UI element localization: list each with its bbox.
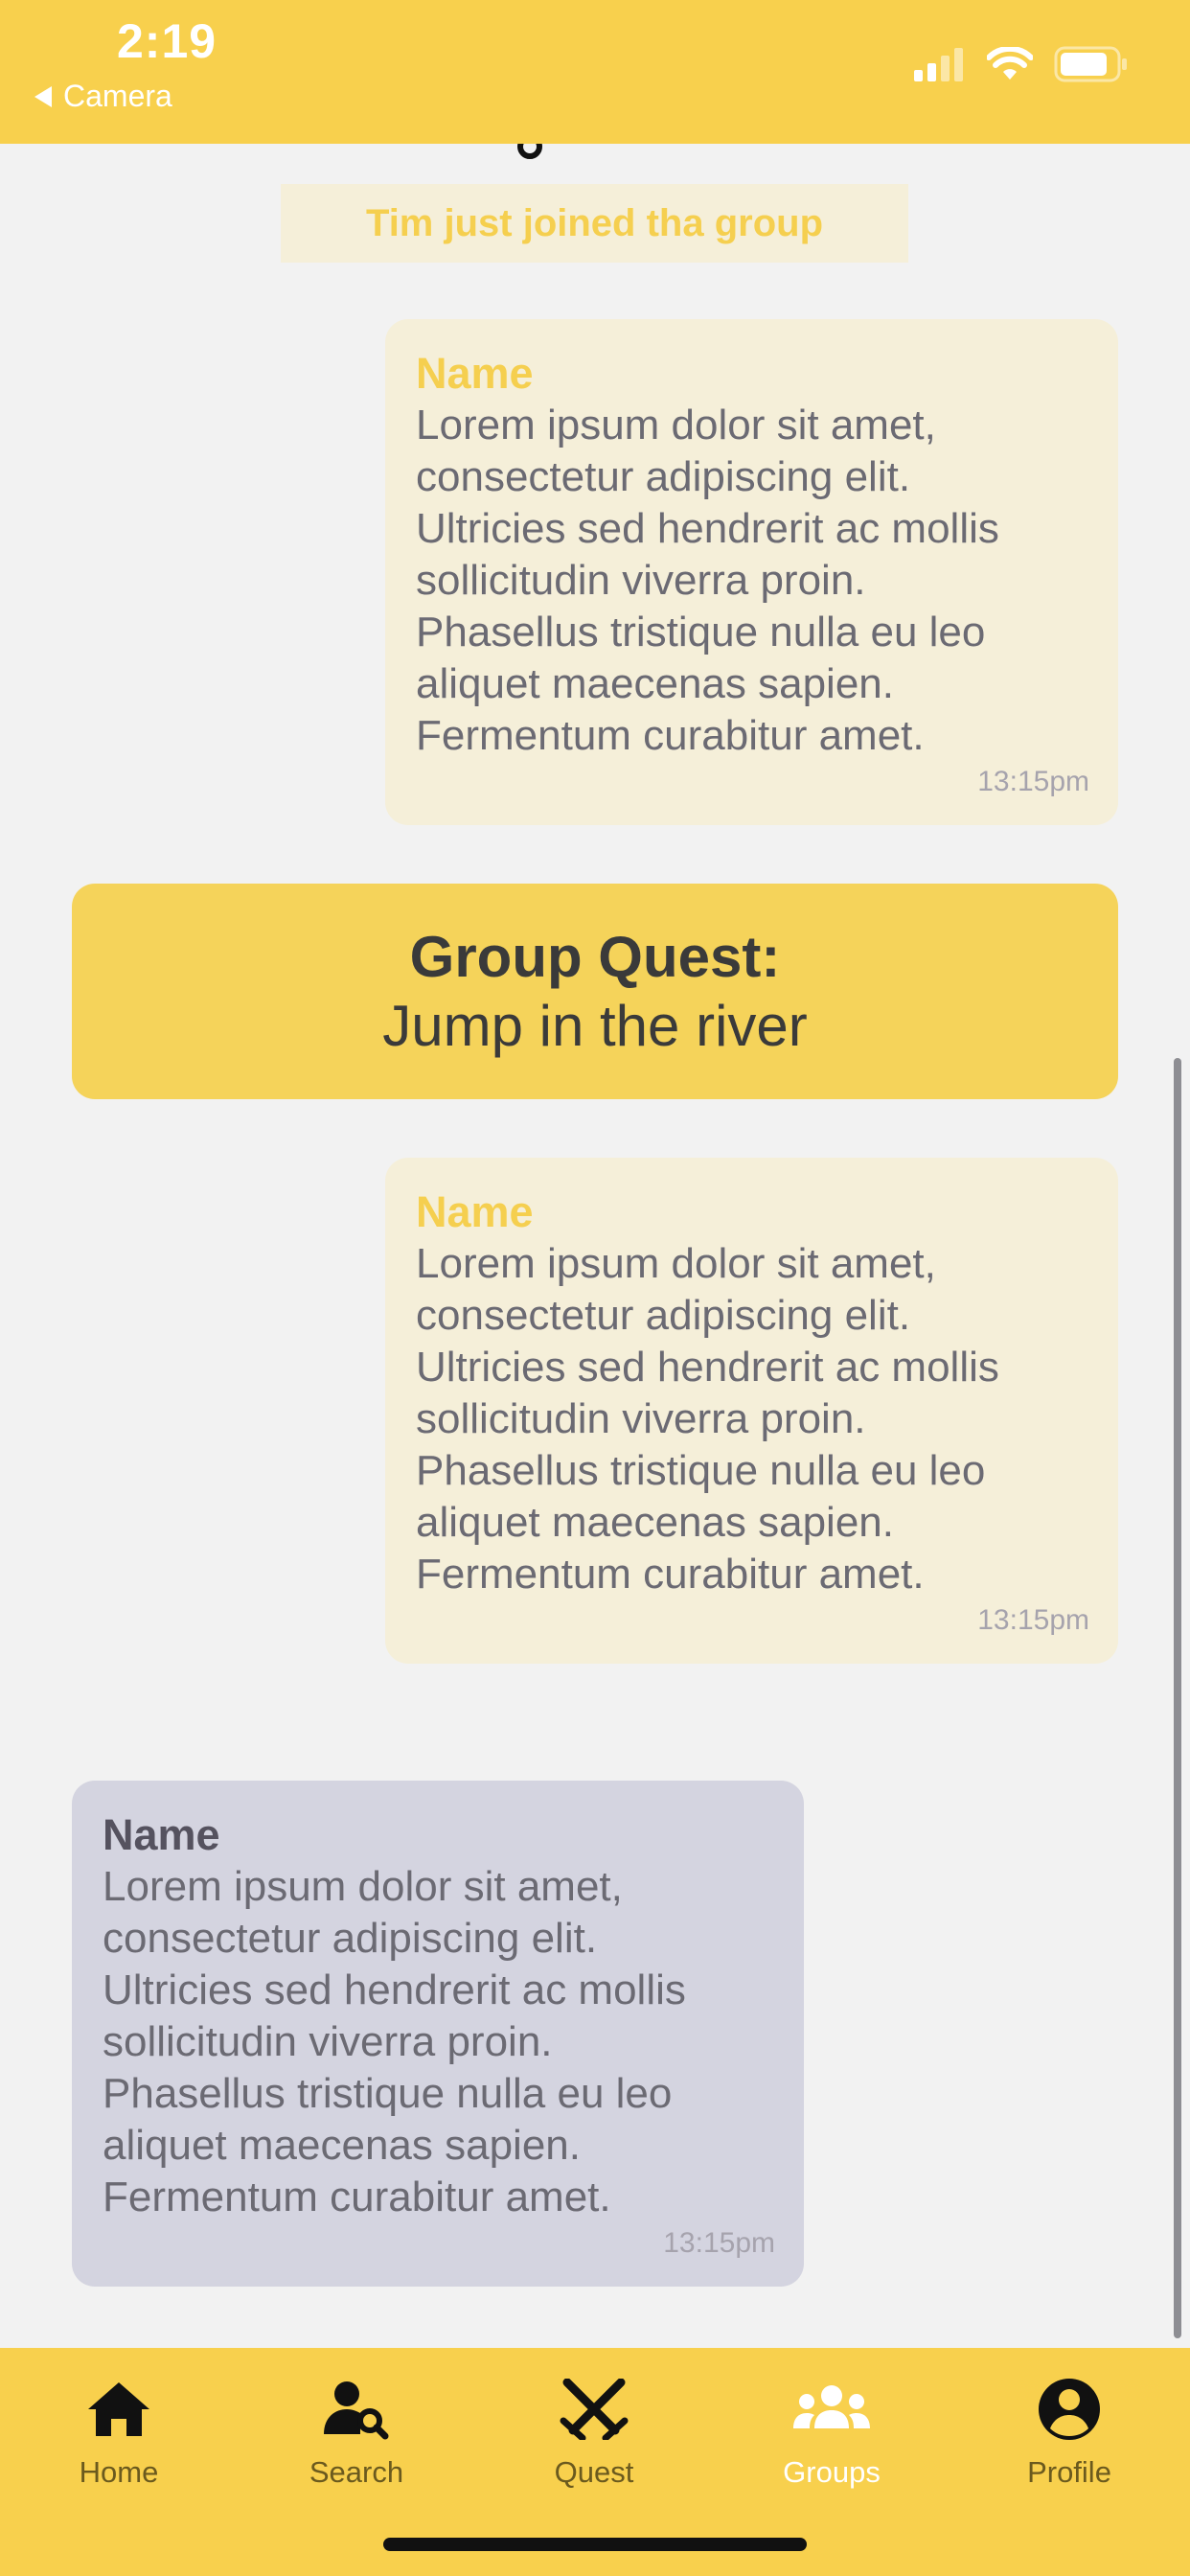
system-message-banner: Tim just joined tha group (281, 184, 908, 263)
chat-scroll-area[interactable]: Tim just joined tha group Name Lorem ips… (0, 144, 1190, 2348)
message-text: Lorem ipsum dolor sit amet, consectetur … (416, 402, 999, 759)
group-icon (793, 2371, 870, 2448)
message-timestamp: 13:15pm (977, 766, 1089, 797)
status-icons (914, 46, 1129, 82)
status-time: 2:19 (117, 14, 217, 68)
tab-groups[interactable]: Groups (713, 2348, 950, 2520)
wifi-icon (987, 47, 1033, 80)
vertical-scrollbar[interactable] (1174, 1058, 1181, 2338)
message-sender: Name (416, 1187, 534, 1236)
message-timestamp: 13:15pm (977, 1604, 1089, 1636)
tab-label: Groups (783, 2455, 881, 2489)
tab-profile[interactable]: Profile (950, 2348, 1188, 2520)
message-text: Lorem ipsum dolor sit amet, consectetur … (416, 1240, 999, 1598)
home-indicator (383, 2538, 807, 2551)
tab-search[interactable]: Search (238, 2348, 475, 2520)
message-sender: Name (103, 1810, 220, 1859)
cellular-signal-icon (914, 48, 963, 81)
group-quest-card[interactable]: Group Quest: Jump in the river (72, 884, 1118, 1099)
message-timestamp: 13:15pm (663, 2227, 775, 2259)
loading-indicator (517, 144, 542, 159)
message-text: Lorem ipsum dolor sit amet, consectetur … (103, 1863, 686, 2220)
message-bubble[interactable]: Name Lorem ipsum dolor sit amet, consect… (385, 319, 1118, 825)
tab-home[interactable]: Home (0, 2348, 238, 2520)
back-app-label: Camera (63, 79, 172, 113)
home-icon (80, 2371, 157, 2448)
tab-label: Home (79, 2455, 159, 2489)
crossed-swords-icon (556, 2371, 632, 2448)
profile-icon (1031, 2371, 1108, 2448)
battery-icon (1054, 46, 1127, 82)
message-bubble[interactable]: Name Lorem ipsum dolor sit amet, consect… (72, 1781, 804, 2287)
message-sender: Name (416, 349, 534, 398)
quest-task: Jump in the river (382, 993, 808, 1058)
back-to-camera-link[interactable]: Camera (34, 79, 172, 114)
quest-title: Group Quest: (409, 924, 781, 989)
tab-label: Profile (1027, 2455, 1111, 2489)
tab-label: Quest (554, 2455, 634, 2489)
status-bar: 2:19 Camera (0, 0, 1190, 144)
user-search-icon (318, 2371, 395, 2448)
tab-quest[interactable]: Quest (475, 2348, 713, 2520)
back-arrow-icon (34, 85, 52, 107)
message-bubble[interactable]: Name Lorem ipsum dolor sit amet, consect… (385, 1158, 1118, 1664)
tab-label: Search (309, 2455, 404, 2489)
